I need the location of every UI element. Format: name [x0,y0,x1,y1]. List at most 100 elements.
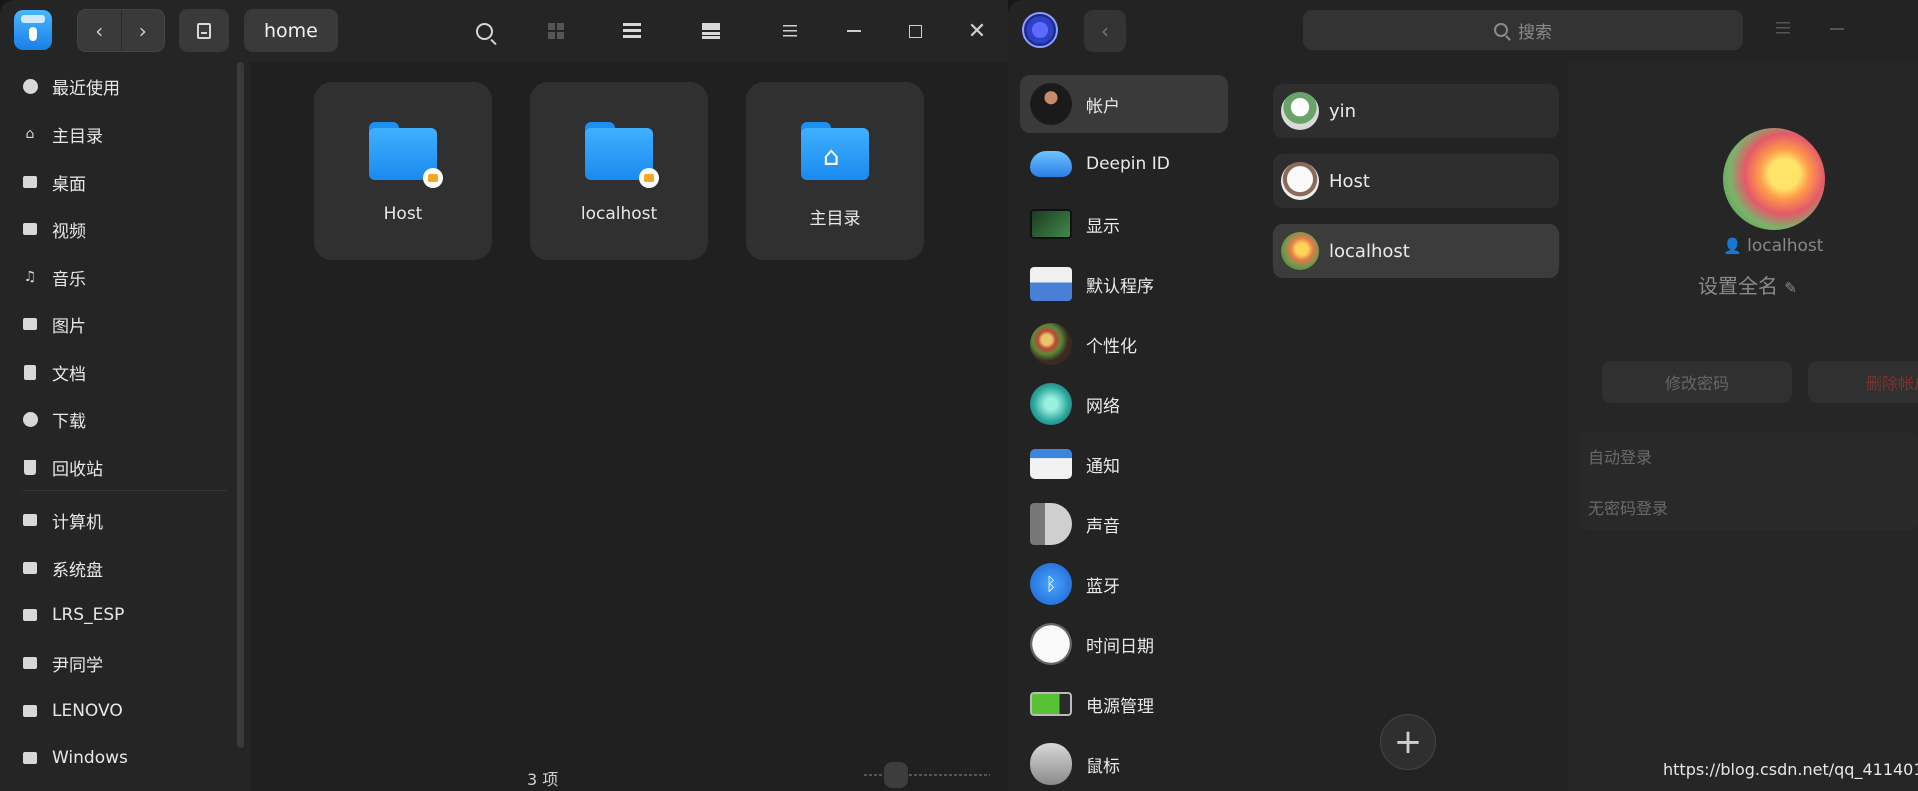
sidebar-item-label: 视频 [52,221,86,242]
nav-item-default-apps[interactable]: 默认程序 [1020,255,1228,313]
nav-item-sound[interactable]: 声音 [1020,495,1228,553]
sidebar-item-computer[interactable]: 计算机 [0,500,235,540]
drive-icon [22,655,38,671]
sidebar-item-pictures[interactable]: 图片 [0,304,235,344]
search-icon [1494,23,1508,37]
cc-search-input[interactable]: 搜索 [1303,10,1743,50]
back-button[interactable]: ‹ [78,10,121,51]
nav-item-network[interactable]: 网络 [1020,375,1228,433]
breadcrumb-home[interactable]: home [244,9,338,52]
username-label: 👤 localhost [1723,236,1823,256]
user-avatar[interactable] [1723,128,1825,230]
nav-item-bluetooth[interactable]: ᛒ 蓝牙 [1020,555,1228,613]
file-item-localhost[interactable]: localhost [530,82,708,260]
pencil-icon: ✎ [1784,279,1797,297]
file-manager-sidebar: 最近使用 ⌂ 主目录 桌面 视频 ♫ 音乐 图片 文档 下载 回收站 计算机 系统盘… [0,62,248,791]
main-menu-button[interactable] [775,16,805,46]
sidebar-item-downloads[interactable]: 下载 [0,399,235,439]
icon-size-slider-handle[interactable] [884,762,908,788]
sidebar-item-label: LENOVO [52,701,123,721]
nav-item-label: 通知 [1086,456,1120,477]
change-password-button[interactable]: 修改密码 [1602,361,1792,403]
navigation-buttons: ‹ › [77,9,165,52]
delete-account-label: 删除帐户 [1866,374,1918,393]
account-detail-panel: 👤 localhost 设置全名 ✎ 修改密码 删除帐户 自动登录 无密码登录 [1568,60,1918,791]
sidebar-item-home[interactable]: ⌂ 主目录 [0,114,235,154]
sidebar-item-trash[interactable]: 回收站 [0,447,235,487]
sidebar-item-music[interactable]: ♫ 音乐 [0,257,235,297]
icon-view-button[interactable] [541,16,571,46]
nav-item-deepin-id[interactable]: Deepin ID [1020,135,1228,193]
sidebar-item-lrs-esp[interactable]: LRS_ESP [0,595,235,635]
sidebar-item-documents[interactable]: 文档 [0,352,235,392]
sidebar-item-videos[interactable]: 视频 [0,209,235,249]
picture-icon [22,316,38,332]
nav-item-personalization[interactable]: 个性化 [1020,315,1228,373]
cc-back-button[interactable]: ‹ [1084,10,1126,52]
sidebar-item-recent[interactable]: 最近使用 [0,66,235,106]
video-icon [22,221,38,237]
chevron-left-icon: ‹ [1101,19,1109,43]
nav-item-display[interactable]: 显示 [1020,195,1228,253]
sidebar-item-label: 系统盘 [52,560,103,581]
close-button[interactable]: ✕ [962,16,992,46]
detail-view-button[interactable] [696,16,726,46]
cc-menu-button[interactable] [1776,22,1790,34]
chevron-right-icon: › [138,18,147,43]
forward-button[interactable]: › [120,10,165,51]
sidebar-item-system-disk[interactable]: 系统盘 [0,548,235,588]
sidebar-item-label: Windows [52,748,128,768]
file-name: 主目录 [809,209,861,229]
account-item-host[interactable]: Host [1273,154,1559,208]
nav-item-label: 鼠标 [1086,756,1120,777]
user-icon: 👤 [1723,237,1742,255]
account-item-yin[interactable]: yin [1273,84,1559,138]
sidebar-item-windows[interactable]: Windows [0,738,235,778]
maximize-icon [908,24,922,38]
disk-icon [197,22,211,39]
nav-item-power[interactable]: 电源管理 [1020,675,1228,733]
nav-item-label: Deepin ID [1086,154,1170,174]
delete-account-button[interactable]: 删除帐户 [1808,361,1918,403]
avatar [1281,162,1319,200]
search-button[interactable] [469,16,499,46]
file-manager-logo-icon [14,10,52,50]
file-item-home-dir[interactable]: ⌂ 主目录 [746,82,924,260]
nav-item-label: 显示 [1086,216,1120,237]
auto-login-label: 自动登录 [1588,448,1653,467]
account-name: localhost [1329,240,1410,262]
change-password-label: 修改密码 [1664,374,1729,393]
file-manager-titlebar: ‹ › home ✕ [0,0,1008,62]
network-icon [1030,383,1072,425]
sound-icon [1030,503,1072,545]
sidebar-item-lenovo[interactable]: LENOVO [0,691,235,731]
minimize-icon [847,30,861,32]
nav-item-datetime[interactable]: 时间日期 [1020,615,1228,673]
file-item-host[interactable]: Host [314,82,492,260]
cc-minimize-button[interactable] [1830,28,1844,30]
fullname-field[interactable]: 设置全名 ✎ [1698,270,1797,299]
fullname-placeholder: 设置全名 [1698,274,1778,298]
search-icon [475,22,493,40]
trash-icon [22,459,38,475]
list-view-button[interactable] [617,16,647,46]
sidebar-item-yin-drive[interactable]: 尹同学 [0,643,235,683]
nav-item-notification[interactable]: 通知 [1020,435,1228,493]
add-account-button[interactable]: + [1380,714,1436,770]
sidebar-item-label: 音乐 [52,269,86,290]
icon-size-slider-track[interactable] [864,774,990,776]
sidebar-scrollbar[interactable] [237,62,244,748]
nav-item-label: 声音 [1086,516,1120,537]
sidebar-item-label: 文档 [52,364,86,385]
nav-item-mouse[interactable]: 鼠标 [1020,735,1228,791]
locked-folder-icon [585,122,659,188]
file-view: Host localhost ⌂ 主目录 [250,62,1008,791]
account-item-localhost[interactable]: localhost [1273,224,1559,278]
device-button[interactable] [179,9,229,52]
sidebar-item-desktop[interactable]: 桌面 [0,162,235,202]
search-placeholder: 搜索 [1518,22,1552,43]
minimize-button[interactable] [839,16,869,46]
maximize-button[interactable] [900,16,930,46]
nav-item-account[interactable]: 帐户 [1020,75,1228,133]
sidebar-divider [22,490,227,491]
